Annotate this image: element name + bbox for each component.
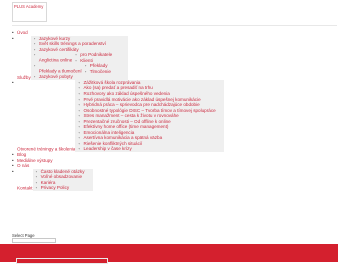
menu-link-prezentacne-zrucnosti-od-offline-k-onlin[interactable]: Prezentačné zručnosti – Od offline k onl… — [83, 119, 170, 124]
menu-item-kontakt: KontaktČasto kladené otázkyVoľné obsadzo… — [12, 168, 337, 191]
submenu-preklady-a-tlumoceni: PřekladyTlmočenie — [81, 63, 119, 75]
menu-link-volne-obsadzovanie[interactable]: Voľné obsadzovanie — [41, 174, 82, 179]
menu-link-blog[interactable]: Blog — [17, 152, 26, 157]
menu-link-riesenie-konfliktnych-situacii[interactable]: Riešenie konfliktných situácií — [83, 141, 142, 146]
menu-link-hybridna-praca-sprievodca-pre-nadchadzaj[interactable]: Hybridná práca – sprievodca pre nadchádz… — [83, 102, 199, 107]
menu-link-osobnostne-typologie-disc-tvorba-timov-a[interactable]: Osobnostné typológie DISC – Tvorba tímov… — [83, 108, 215, 113]
menu-link-zazitkova-skola-rozpravania[interactable]: Zážitková škola rozprávania — [83, 80, 140, 85]
menu-item-otvorene-treningy-a-skolenia: Otvorené tréningy a školeniaZážitková šk… — [12, 79, 337, 153]
submenu-otvorene-treningy-a-skolenia: Zážitková škola rozprávaniaAko (sa) pred… — [75, 79, 224, 153]
footer-edge — [338, 244, 350, 262]
menu-link-anglictina-online[interactable]: Anglictina online — [39, 58, 72, 63]
logo-text: PLUS Academy — [14, 4, 44, 9]
submenu-anglictina-online: pro PodnikateleKlienti — [72, 52, 121, 64]
menu-link-prve-pravidla-motivacie-ako-zaklad-uspes[interactable]: Prvé pravidlá motivácie ako základ úspeš… — [83, 97, 200, 102]
menu-item-privacy-policy: Privacy Policy — [36, 185, 85, 191]
menu-link-kontakt[interactable]: Kontakt — [17, 185, 33, 190]
menu-link-jazykove-kurzy[interactable]: Jazykové kurzy — [39, 36, 70, 41]
menu-link-jazykove-certifikaty[interactable]: Jazykové certifikáty — [39, 47, 79, 52]
menu-link-privacy-policy[interactable]: Privacy Policy — [41, 185, 70, 190]
menu-link-klienti[interactable]: Klienti — [80, 58, 93, 63]
main-menu: ÚvodSlužbyJazykové kurzySvět skills trén… — [12, 30, 337, 191]
menu-item-preklady-a-tlumoceni: Překlady a tlumočeníPřekladyTlmočenie — [34, 63, 120, 75]
menu-link-preklady[interactable]: Překlady — [90, 63, 108, 68]
menu-link-svet-skills-trenings-a-poradenstvi[interactable]: Svět skills trénings a poradenství — [39, 41, 106, 46]
menu-link-emocionalna-inteligencia[interactable]: Emocionálna inteligencia — [83, 130, 134, 135]
menu-link-jazykove-pobyty[interactable]: Jazykové pobyty — [39, 74, 73, 79]
logo[interactable]: PLUS Academy — [12, 2, 47, 22]
menu-link-rozhovory-ako-zaklad-uspesneho-vedenia[interactable]: Rozhovory ako základ úspešného vedenia — [83, 91, 169, 96]
menu-link-stres-manazment-cesta-k-zivotu-v-rovnova[interactable]: Stres manažment – cesta k životu v rovno… — [83, 113, 178, 118]
select-page-dropdown[interactable] — [12, 238, 56, 243]
footer-search-input[interactable] — [16, 258, 108, 264]
menu-link-kariera[interactable]: Kariéra — [41, 180, 56, 185]
menu-link-tlmocenie[interactable]: Tlmočenie — [90, 69, 111, 74]
submenu-sluzby: Jazykové kurzySvět skills trénings a por… — [30, 35, 129, 80]
menu-item-sluzby: SlužbyJazykové kurzySvět skills trénings… — [12, 35, 337, 80]
menu-link-uvod[interactable]: Úvod — [17, 30, 28, 35]
menu-link-preklady-a-tlumoceni[interactable]: Překlady a tlumočení — [39, 69, 82, 74]
menu-link-asertivna-komunikacia-a-spatna-vazba[interactable]: Asertívna komunikácia a spätná väzba — [83, 135, 162, 140]
submenu-kontakt: Často kladené otázkyVoľné obsadzovanieKa… — [32, 168, 93, 191]
menu-link-efektivny-home-office-time-management[interactable]: Efektívny home office (time management) — [83, 124, 168, 129]
menu-link-otvorene-treningy-a-skolenia[interactable]: Otvorené tréningy a školenia — [17, 146, 75, 151]
menu-link-leadership-v-case-krizy[interactable]: Leadership v čase krízy — [83, 146, 131, 151]
menu-link-pro-podnikatele[interactable]: pro Podnikatele — [80, 52, 112, 57]
header-divider — [12, 25, 337, 26]
menu-link-o-nas[interactable]: O nás — [17, 163, 29, 168]
menu-link-ako-sa-predat-a-presadit-na-trhu[interactable]: Ako (sa) predať a presadiť na trhu — [83, 85, 152, 90]
menu-link-medialne-vystupy[interactable]: Mediálne výstupy — [17, 158, 53, 163]
menu-item-anglictina-online: Anglictina onlinepro PodnikateleKlienti — [34, 52, 121, 64]
menu-link-sluzby[interactable]: Služby — [17, 74, 31, 79]
menu-link-casto-kladene-otazky[interactable]: Často kladené otázky — [41, 169, 85, 174]
